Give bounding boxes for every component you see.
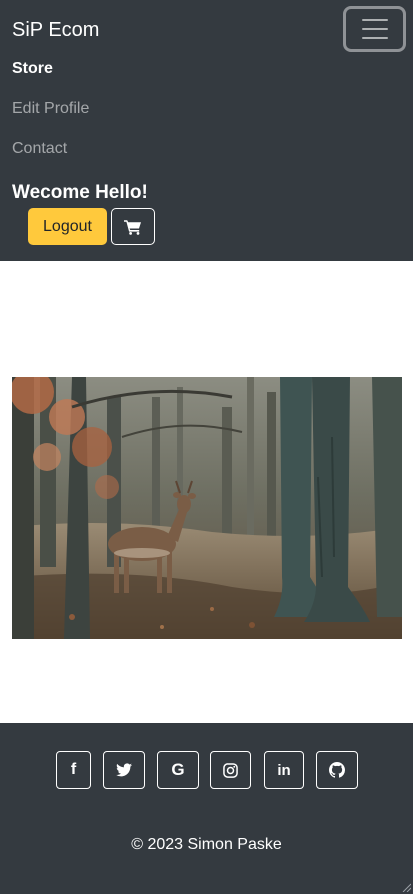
instagram-button[interactable] <box>210 751 251 789</box>
github-icon <box>329 762 345 778</box>
hamburger-icon <box>361 19 388 39</box>
nav-link-store[interactable]: Store <box>12 58 89 98</box>
shopping-cart-icon <box>124 219 141 235</box>
nav-link-contact[interactable]: Contact <box>12 138 89 178</box>
google-button[interactable]: G <box>157 751 199 789</box>
copyright-text: © 2023 Simon Paske <box>131 836 282 853</box>
instagram-icon <box>223 762 238 778</box>
welcome-text: Wecome Hello! <box>12 182 148 203</box>
resize-handle-icon[interactable] <box>401 882 411 892</box>
brand-logo[interactable]: SiP Ecom <box>12 18 99 42</box>
linkedin-icon: in <box>277 761 291 779</box>
navbar-toggler-button[interactable] <box>343 6 406 52</box>
social-links: f G in <box>0 751 413 789</box>
twitter-icon <box>116 763 132 777</box>
footer: f G in © 2023 Simon Paske <box>0 723 413 894</box>
linkedin-button[interactable]: in <box>264 751 304 789</box>
navbar: SiP Ecom Store Edit Profile Contact Weco… <box>0 0 413 261</box>
nav-link-edit-profile[interactable]: Edit Profile <box>12 98 89 138</box>
github-button[interactable] <box>316 751 358 789</box>
twitter-button[interactable] <box>103 751 145 789</box>
facebook-icon: f <box>70 761 77 778</box>
logout-button[interactable]: Logout <box>28 208 107 245</box>
nav-links: Store Edit Profile Contact <box>12 58 89 178</box>
cart-button[interactable] <box>111 208 155 245</box>
hero-image <box>12 377 402 639</box>
facebook-button[interactable]: f <box>56 751 91 789</box>
google-icon: G <box>171 760 185 779</box>
